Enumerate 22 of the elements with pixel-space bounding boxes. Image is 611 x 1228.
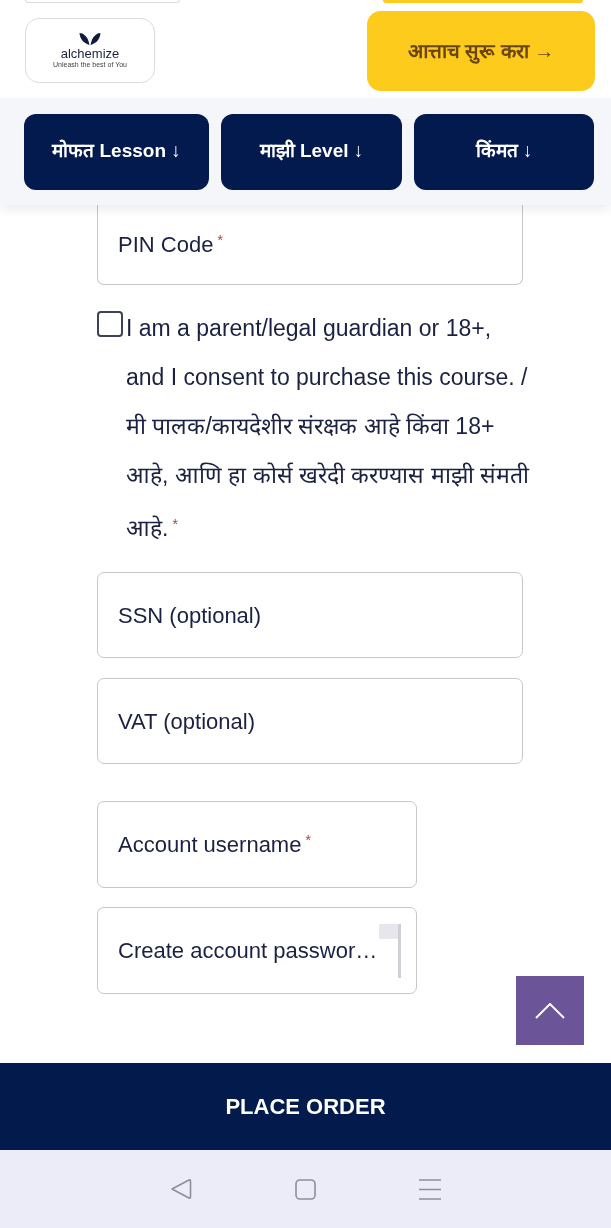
input-field[interactable]: Account username $^{*}$ [97, 801, 417, 888]
menu-icon [419, 1178, 442, 1200]
home-button[interactable] [295, 1178, 316, 1200]
home-icon [295, 1178, 316, 1200]
back-button[interactable] [169, 1178, 192, 1200]
consent-checkbox[interactable] [97, 311, 123, 337]
logo-wordmark: alchemize [60, 47, 120, 61]
input-field[interactable]: SSN (optional) [97, 572, 523, 658]
bracket-icon [379, 923, 401, 978]
start-now-button[interactable]: आत्ताच सुरू करा → [367, 10, 595, 91]
back-icon [169, 1178, 192, 1200]
nav-button[interactable]: माझी Level ↓ [221, 113, 402, 190]
password-field[interactable]: Create account passwor… [97, 907, 417, 994]
chevron-up-icon [535, 1002, 565, 1019]
input-field[interactable]: PIN Code $^{*}$ [97, 205, 523, 285]
consent-text: I am a parent/legal guardian or 18+, and I consent to purchase this course. / मी पालक/कायदेशीर संरक्षक आहे किंवा 18+ आहे, आणि हा कोर्स खरेदी करण्यास माझी संमती आहे. $^{*}$ [126, 314, 531, 543]
place-order-button[interactable]: PLACE ORDER [0, 1063, 611, 1150]
menu-button[interactable] [419, 1178, 442, 1200]
nav-button[interactable]: मोफत Lesson ↓ [24, 113, 209, 190]
input-field[interactable]: VAT (optional) [97, 678, 523, 764]
butterfly-icon [79, 32, 101, 46]
nav-button[interactable]: किंमत ↓ [414, 113, 594, 190]
